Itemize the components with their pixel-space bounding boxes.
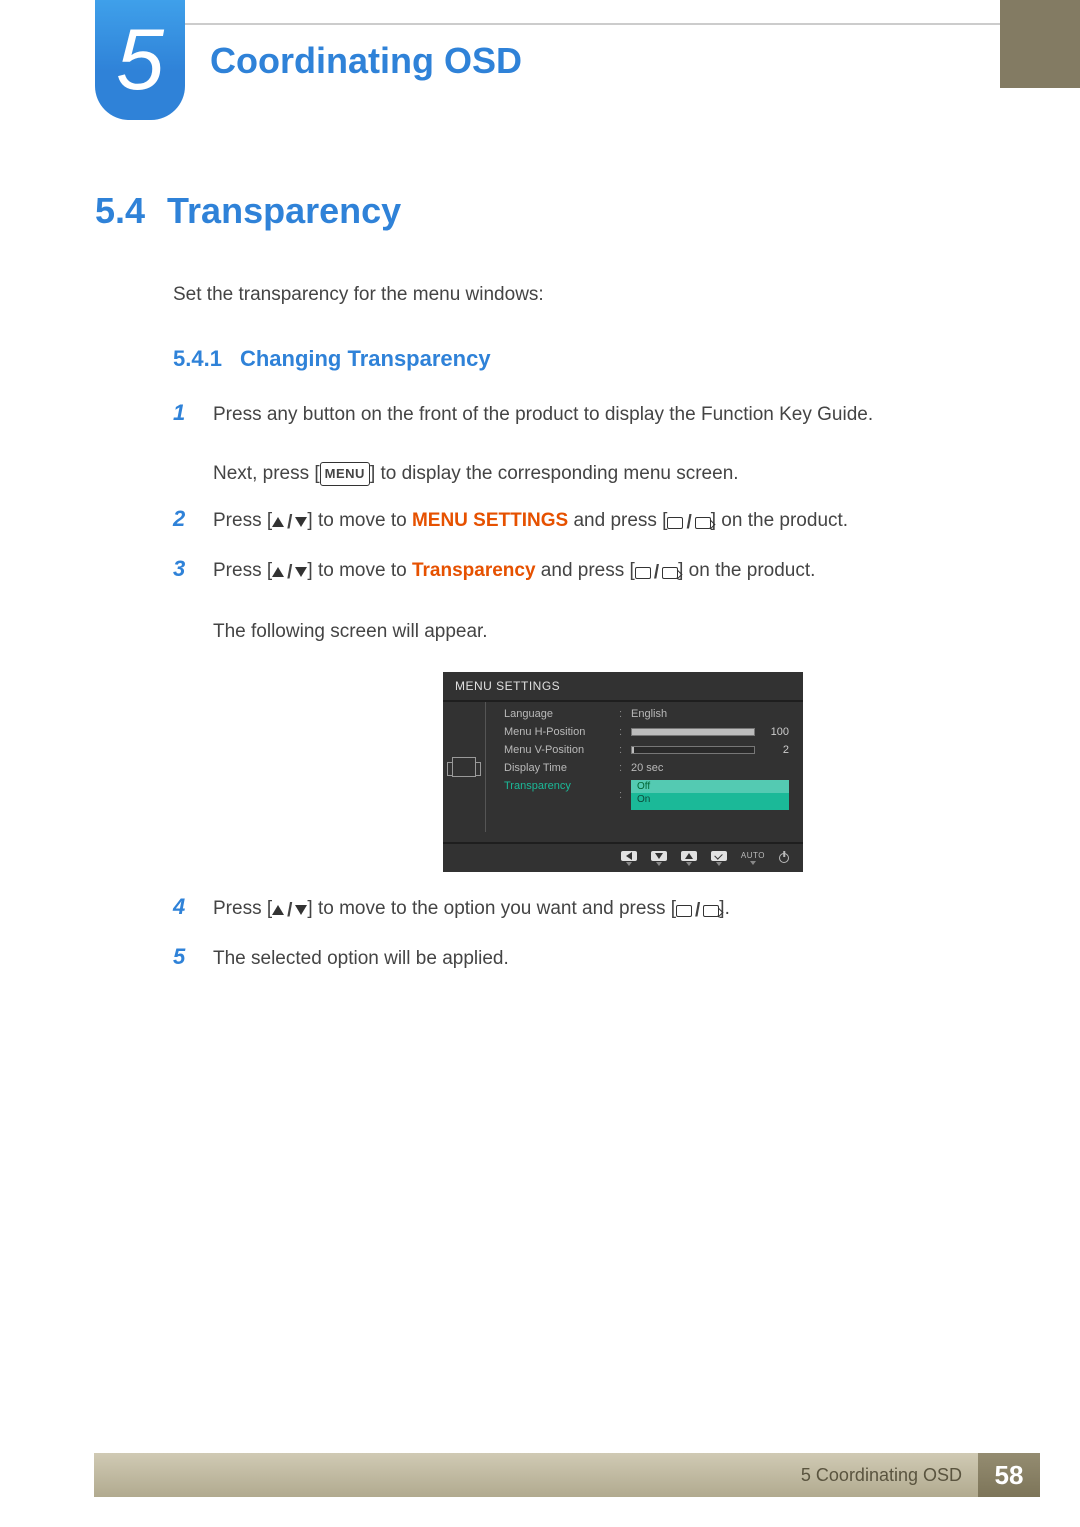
step-body: Press any button on the front of the pro… [213, 400, 873, 488]
section-number: 5.4 [95, 190, 145, 232]
value-text: 100 [761, 726, 789, 738]
osd-category-icon-col [443, 702, 485, 832]
text: Press [ [213, 510, 272, 531]
value-text: 20 sec [631, 762, 663, 774]
nav-up-icon [681, 851, 697, 866]
osd-item-menu-v: Menu V-Position [496, 744, 615, 756]
dropdown-option-on: On [631, 793, 789, 806]
step-3: 3 Press [/] to move to Transparency and … [173, 556, 985, 646]
section-intro: Set the transparency for the menu window… [173, 284, 985, 306]
osd-title: MENU SETTINGS [443, 672, 803, 702]
top-divider [95, 23, 1000, 25]
step-4: 4 Press [/] to move to the option you wa… [173, 894, 985, 925]
slider [631, 728, 755, 736]
text: ] on the product. [678, 560, 815, 581]
osd-screenshot: MENU SETTINGS Language Menu H-Position M… [443, 672, 985, 872]
osd-value-menu-v: :2 [619, 744, 789, 756]
select-enter-icon: / [667, 508, 710, 537]
select-enter-icon: / [676, 896, 719, 925]
subsection-heading: 5.4.1 Changing Transparency [173, 346, 985, 372]
page-footer: 5 Coordinating OSD 58 [94, 1453, 1040, 1497]
step-number: 4 [173, 894, 197, 925]
osd-values: :English :100 :2 :20 sec : Off On [615, 702, 803, 832]
menu-button-icon: MENU [320, 462, 370, 486]
chapter-number: 5 [116, 17, 164, 103]
step-body: Press [/] to move to the option you want… [213, 894, 730, 925]
subsection-number: 5.4.1 [173, 346, 222, 372]
text: ]. [719, 898, 730, 919]
step-number: 2 [173, 506, 197, 537]
up-down-icon: / [272, 508, 307, 537]
section-heading: 5.4 Transparency [95, 190, 985, 232]
text: Next, press [ [213, 463, 320, 484]
step-body: The selected option will be applied. [213, 944, 509, 973]
text: Press [ [213, 898, 272, 919]
step-2: 2 Press [/] to move to MENU SETTINGS and… [173, 506, 985, 537]
osd-nav-bar: AUTO [443, 842, 803, 872]
text: ] to display the corresponding menu scre… [370, 463, 739, 484]
footer-page-number: 58 [978, 1453, 1040, 1497]
text: The following screen will appear. [213, 621, 488, 642]
text: Press any button on the front of the pro… [213, 404, 873, 425]
osd-menu-tree: Language Menu H-Position Menu V-Position… [485, 702, 615, 832]
section-title: Transparency [167, 190, 401, 232]
text: and press [ [568, 510, 667, 531]
nav-down-icon [651, 851, 667, 866]
select-enter-icon: / [635, 558, 678, 587]
osd-display-icon [452, 757, 476, 777]
page-content: 5.4 Transparency Set the transparency fo… [95, 190, 985, 991]
nav-enter-icon [711, 851, 727, 866]
text: Press [ [213, 560, 272, 581]
nav-back-icon [621, 851, 637, 866]
keyword-transparency: Transparency [412, 560, 536, 581]
text: The selected option will be applied. [213, 948, 509, 969]
value-text: 2 [761, 744, 789, 756]
slider [631, 746, 755, 754]
text: ] to move to the option you want and pre… [307, 898, 676, 919]
step-body: Press [/] to move to MENU SETTINGS and p… [213, 506, 848, 537]
steps-list: 1 Press any button on the front of the p… [173, 400, 985, 973]
step-5: 5 The selected option will be applied. [173, 944, 985, 973]
dropdown-option-off: Off [631, 780, 789, 793]
up-down-icon: / [272, 896, 307, 925]
osd-value-menu-h: :100 [619, 726, 789, 738]
nav-power-icon [779, 853, 789, 863]
step-body: Press [/] to move to Transparency and pr… [213, 556, 815, 646]
step-number: 5 [173, 944, 197, 973]
osd-item-transparency: Transparency [496, 780, 615, 792]
text: ] on the product. [711, 510, 848, 531]
up-down-icon: / [272, 558, 307, 587]
step-1: 1 Press any button on the front of the p… [173, 400, 985, 488]
osd-value-transparency: : Off On [619, 780, 789, 810]
keyword-menu-settings: MENU SETTINGS [412, 510, 568, 531]
value-text: English [631, 708, 667, 720]
osd-value-language: :English [619, 708, 789, 720]
text: ] to move to [307, 560, 412, 581]
osd-item-menu-h: Menu H-Position [496, 726, 615, 738]
chapter-title: Coordinating OSD [210, 40, 522, 82]
osd-item-language: Language [496, 708, 615, 720]
footer-text: 5 Coordinating OSD [801, 1465, 962, 1486]
footer-bar: 5 Coordinating OSD [94, 1453, 978, 1497]
subsection-title: Changing Transparency [240, 346, 491, 372]
text: ] to move to [307, 510, 412, 531]
osd-item-display-time: Display Time [496, 762, 615, 774]
step-number: 1 [173, 400, 197, 488]
transparency-dropdown: Off On [631, 780, 789, 810]
chapter-tab: 5 [95, 0, 185, 120]
header-right-band [1000, 0, 1080, 88]
step-number: 3 [173, 556, 197, 646]
osd-body: Language Menu H-Position Menu V-Position… [443, 702, 803, 832]
text: and press [ [536, 560, 635, 581]
nav-auto-label: AUTO [741, 851, 765, 865]
osd-panel: MENU SETTINGS Language Menu H-Position M… [443, 672, 803, 872]
osd-value-display-time: :20 sec [619, 762, 789, 774]
